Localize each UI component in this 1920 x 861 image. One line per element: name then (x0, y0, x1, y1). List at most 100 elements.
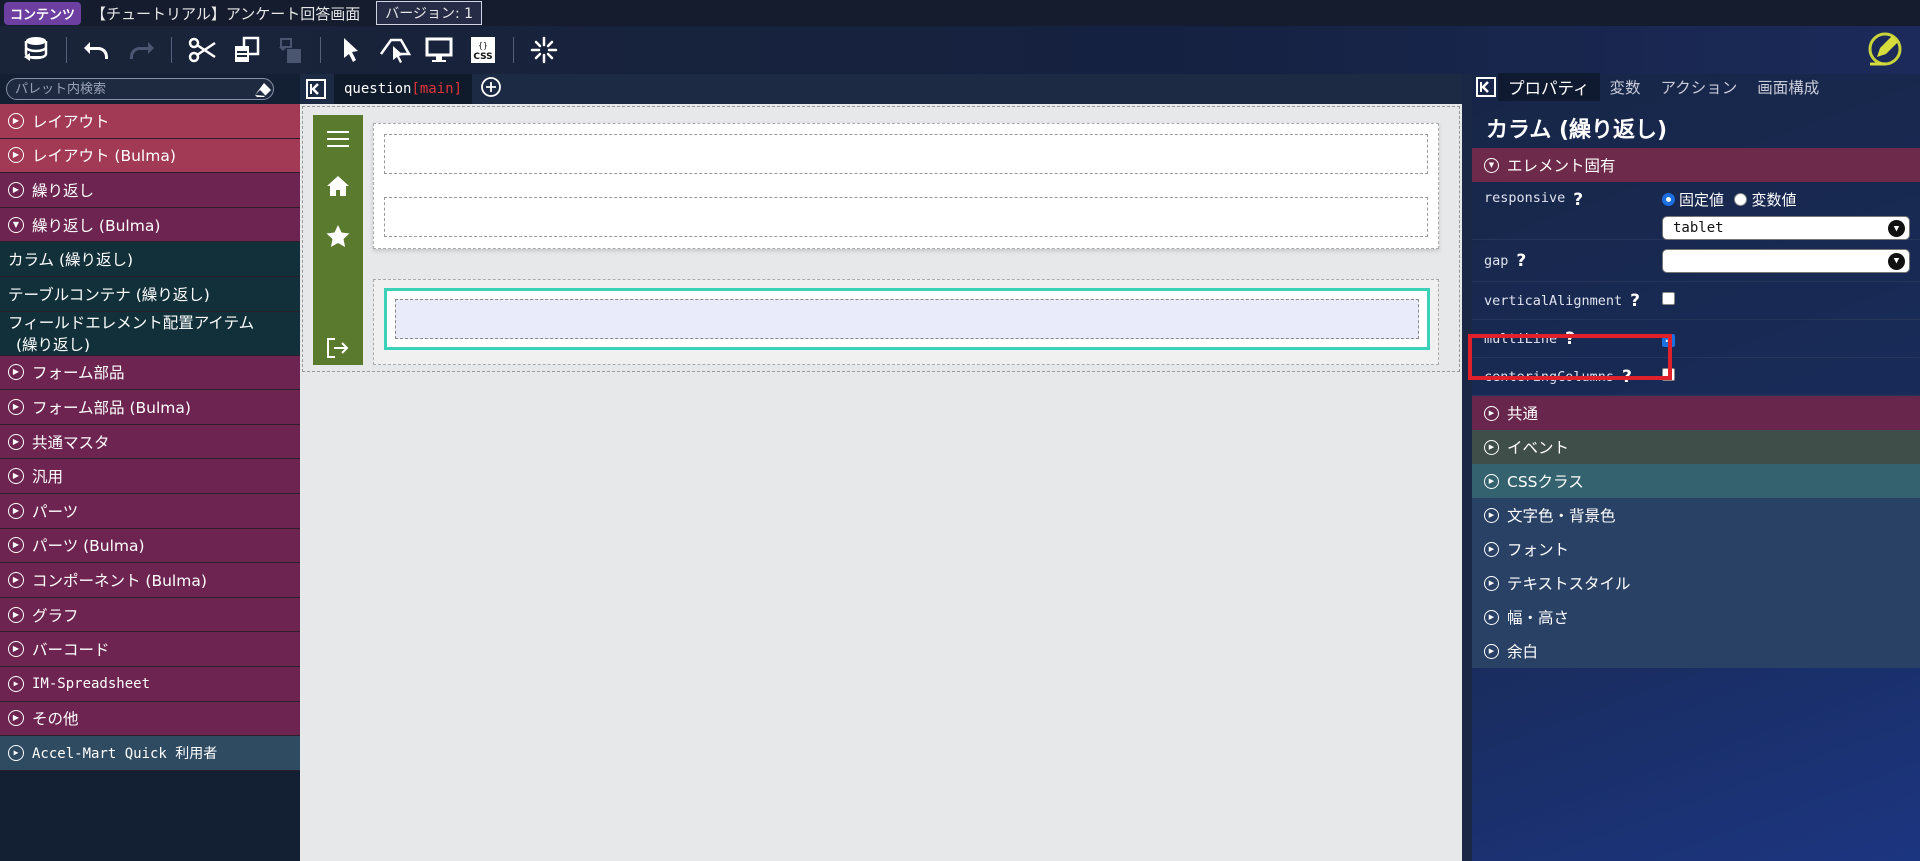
palette-item[interactable]: ▶ 汎用 (0, 459, 300, 494)
section-element-specific[interactable]: ▼ エレメント固有 (1472, 148, 1920, 182)
palette-item[interactable]: ▶ グラフ (0, 597, 300, 633)
palette-item[interactable]: ▼ 繰り返し (Bulma) (0, 207, 300, 243)
palette-item-label: フィールドエレメント配置アイテム (8, 314, 255, 333)
window-title: 【チュートリアル】アンケート回答画面 (91, 4, 361, 23)
highlight-annotation (1468, 334, 1672, 380)
palette-item[interactable]: カラム (繰り返し) (0, 242, 300, 277)
empty-field-2[interactable] (384, 197, 1428, 237)
palette-item[interactable]: ▶ レイアウト (Bulma) (0, 138, 300, 174)
palette-item-label: コンポーネント (Bulma) (32, 571, 207, 590)
property-sections: ▶ 共通 ▶ イベント ▶ CSSクラス ▶ 文字色・背景色 ▶ フォント ▶ テキストスタイル ▶ 幅・… (1472, 396, 1920, 668)
section-text-style[interactable]: ▶ テキストスタイル (1472, 566, 1920, 600)
empty-field-1[interactable] (384, 134, 1428, 174)
help-icon[interactable]: ? (1573, 190, 1583, 210)
monitor-icon[interactable] (417, 30, 461, 70)
chevron-right-icon: ▶ (8, 433, 24, 450)
tab-question[interactable]: question [main] (334, 74, 473, 104)
palette-item[interactable]: ▶ コンポーネント (Bulma) (0, 563, 300, 598)
select-tool-icon[interactable] (373, 30, 417, 70)
palette-item[interactable]: ▶ バーコード (0, 632, 300, 667)
tab-screen-structure[interactable]: 画面構成 (1747, 74, 1829, 100)
palette-item-label: パーツ (32, 502, 79, 521)
palette-item[interactable]: ▶ その他 (0, 701, 300, 737)
responsive-select[interactable]: tablet ▼ (1662, 216, 1910, 240)
container-block[interactable] (373, 123, 1439, 249)
gap-select[interactable]: ▼ (1662, 248, 1910, 273)
palette-item[interactable]: ▶ パーツ (0, 493, 300, 529)
section-size[interactable]: ▶ 幅・高さ (1472, 600, 1920, 634)
section-css-class[interactable]: ▶ CSSクラス (1472, 464, 1920, 498)
palette-item-label: IM-Spreadsheet (32, 675, 151, 692)
palette-item[interactable]: テーブルコンテナ (繰り返し) (0, 276, 300, 312)
svg-text:CSS: CSS (473, 52, 492, 62)
palette-search (0, 74, 300, 104)
properties-panel: プロパティ 変数 アクション 画面構成 カラム (繰り返し) ▼ エレメント固有… (1472, 73, 1920, 861)
palette-item[interactable]: フィールドエレメント配置アイテム (繰り返し) (0, 311, 300, 356)
section-events[interactable]: ▶ イベント (1472, 430, 1920, 464)
palette-item[interactable]: ▶ IM-Spreadsheet (0, 666, 300, 702)
section-common[interactable]: ▶ 共通 (1472, 396, 1920, 430)
toolbar: {} CSS (0, 26, 1920, 74)
chevron-right-icon: ▶ (8, 571, 24, 588)
eraser-icon[interactable] (254, 82, 272, 102)
column-container[interactable] (373, 279, 1439, 365)
vertical-alignment-checkbox[interactable] (1662, 292, 1675, 305)
palette-item-label: フォーム部品 (32, 364, 125, 383)
page-container[interactable] (302, 106, 1460, 372)
copy-icon[interactable] (224, 30, 268, 70)
palette-search-input[interactable] (6, 78, 274, 100)
paste-icon[interactable] (268, 30, 312, 70)
star-icon[interactable] (326, 225, 350, 251)
collapse-properties-icon[interactable] (1474, 76, 1498, 98)
pointer-icon[interactable] (329, 30, 373, 70)
sparkle-icon[interactable] (522, 30, 566, 70)
palette-item-label: 共通マスタ (32, 433, 110, 452)
palette-item-label: レイアウト (Bulma) (32, 147, 176, 166)
tab-properties[interactable]: プロパティ (1498, 73, 1600, 101)
chevron-right-icon: ▶ (1484, 575, 1499, 591)
palette-item-label: 繰り返し (Bulma) (32, 216, 161, 235)
palette-item[interactable]: ▶ 共通マスタ (0, 424, 300, 460)
panel-splitter[interactable] (1462, 74, 1472, 861)
palette-item[interactable]: ▶ レイアウト (0, 104, 300, 139)
section-font[interactable]: ▶ フォント (1472, 532, 1920, 566)
palette-item[interactable]: ▶ フォーム部品 (Bulma) (0, 390, 300, 425)
section-spacing[interactable]: ▶ 余白 (1472, 634, 1920, 668)
chevron-right-icon: ▶ (8, 675, 24, 692)
add-tab-icon[interactable] (480, 76, 502, 102)
chevron-down-icon: ▼ (8, 216, 24, 233)
selected-repeat-column[interactable] (384, 288, 1430, 350)
edit-pencil-icon[interactable] (1866, 30, 1904, 72)
section-colors[interactable]: ▶ 文字色・背景色 (1472, 498, 1920, 532)
tab-actions[interactable]: アクション (1651, 74, 1748, 100)
hamburger-menu-icon[interactable] (326, 129, 350, 153)
palette-item[interactable]: ▶ Accel-Mart Quick 利用者 (0, 736, 300, 771)
radio-variable[interactable] (1734, 193, 1748, 206)
radio-fixed[interactable] (1662, 193, 1675, 206)
redo-icon[interactable] (119, 30, 163, 70)
database-icon[interactable] (14, 30, 58, 70)
palette-item-label: パーツ (Bulma) (32, 537, 145, 556)
palette-list: ▶ レイアウト ▶ レイアウト (Bulma) ▶ 繰り返し ▼ 繰り返し (Bulma) カラ… (0, 104, 300, 771)
cut-icon[interactable] (180, 30, 224, 70)
version-label[interactable]: バージョン: 1 (376, 1, 483, 25)
collapse-palette-icon[interactable] (304, 78, 328, 100)
palette-item-label: テーブルコンテナ (繰り返し) (8, 285, 210, 304)
home-icon[interactable] (326, 175, 350, 201)
nav-sidebar[interactable] (313, 115, 363, 365)
palette-item[interactable]: ▶ パーツ (Bulma) (0, 528, 300, 564)
design-canvas: question [main] (300, 74, 1462, 861)
help-icon[interactable]: ? (1516, 251, 1526, 271)
css-icon[interactable]: {} CSS (461, 30, 505, 70)
palette-item-label: その他 (32, 710, 79, 729)
palette-item[interactable]: ▶ 繰り返し (0, 173, 300, 208)
logout-icon[interactable] (326, 337, 350, 363)
tab-variables[interactable]: 変数 (1600, 74, 1651, 100)
help-icon[interactable]: ? (1630, 291, 1640, 311)
column-drop-area[interactable] (395, 299, 1419, 339)
palette-item-label: カラム (繰り返し) (8, 251, 134, 270)
palette-item[interactable]: ▶ フォーム部品 (0, 355, 300, 391)
chevron-right-icon: ▶ (1484, 439, 1499, 455)
undo-icon[interactable] (75, 30, 119, 70)
select-value: tablet (1673, 220, 1724, 236)
